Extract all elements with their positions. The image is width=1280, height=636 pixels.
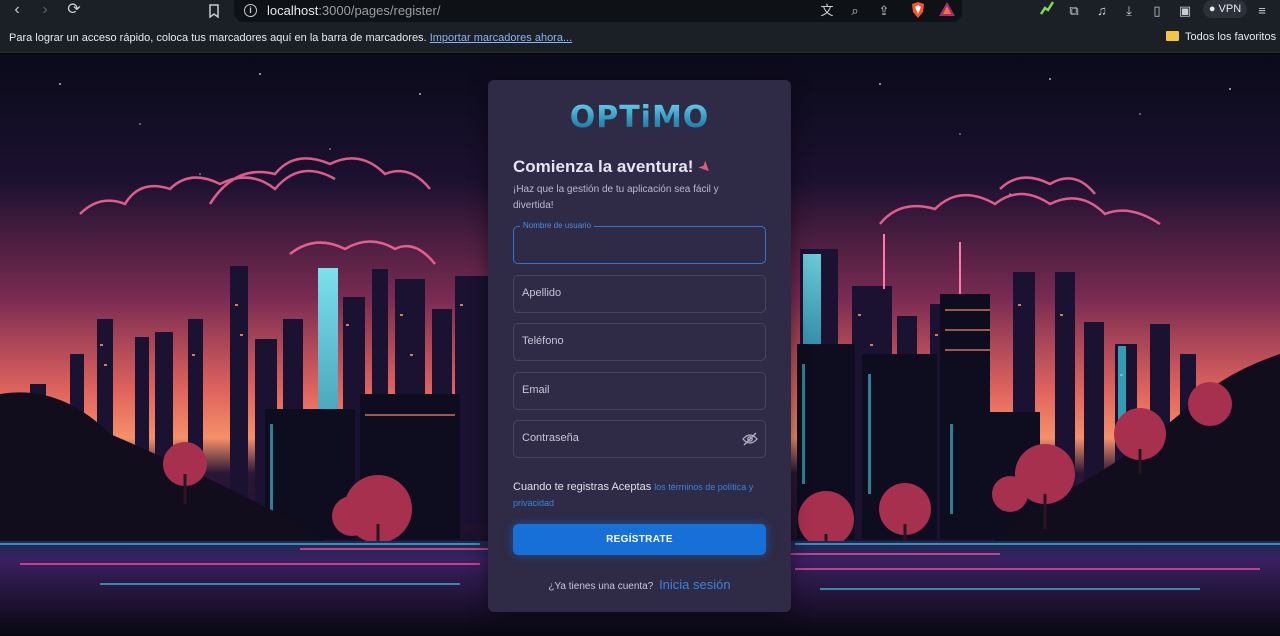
- browser-toolbar: ‹ › ⟳ i localhost:3000/pages/register/ 文…: [0, 0, 1280, 24]
- login-question: ¿Ya tienes una cuenta?: [548, 581, 654, 592]
- apellido-label: Apellido: [522, 287, 562, 299]
- bookmarks-bar: Para lograr un acceso rápido, coloca tus…: [0, 24, 1280, 53]
- all-bookmarks-label: Todos los favoritos: [1185, 31, 1277, 43]
- bookmarks-message: Para lograr un acceso rápido, coloca tus…: [9, 32, 572, 44]
- register-card: OPTiMO Comienza la aventura!➤ ¡Haz que l…: [488, 80, 791, 612]
- eye-off-icon[interactable]: [742, 432, 758, 446]
- vpn-button[interactable]: ● VPN: [1203, 0, 1247, 18]
- logo-text: OPTiMO: [569, 100, 710, 135]
- login-prompt: ¿Ya tienes una cuenta? Inicia sesión: [488, 577, 791, 592]
- page-subtitle: ¡Haz que la gestión de tu aplicación sea…: [513, 184, 719, 211]
- bookmark-icon[interactable]: [203, 0, 225, 22]
- url-text: localhost:3000/pages/register/: [267, 3, 440, 18]
- title-text: Comienza la aventura!: [513, 157, 694, 176]
- password-label: Contraseña: [522, 432, 579, 444]
- email-field[interactable]: Email: [513, 372, 766, 410]
- extensions-puzzle-icon[interactable]: ⧉: [1064, 1, 1084, 21]
- optimo-logo: OPTiMO: [488, 100, 791, 135]
- all-bookmarks-button[interactable]: Todos los favoritos: [1166, 31, 1276, 43]
- share-icon[interactable]: ⇪: [875, 2, 893, 20]
- brave-rewards-icon[interactable]: [938, 2, 956, 20]
- download-icon[interactable]: ⤓: [1119, 1, 1139, 21]
- menu-icon[interactable]: ≡: [1252, 1, 1272, 21]
- rocket-icon: ➤: [694, 156, 716, 178]
- url-host: localhost: [267, 3, 319, 18]
- username-input[interactable]: [514, 227, 765, 263]
- sidebar-icon[interactable]: ▯: [1147, 1, 1167, 21]
- vpn-label: VPN: [1218, 3, 1242, 15]
- reload-icon[interactable]: ⟳: [63, 0, 85, 22]
- back-icon[interactable]: ‹: [6, 0, 28, 22]
- import-bookmarks-link[interactable]: Importar marcadores ahora...: [430, 32, 572, 44]
- extension-icon[interactable]: [1037, 1, 1057, 21]
- forward-icon[interactable]: ›: [34, 0, 56, 22]
- email-label: Email: [522, 384, 550, 396]
- address-bar[interactable]: i localhost:3000/pages/register/ 文 ⌕ ⇪: [234, 0, 962, 22]
- login-link[interactable]: Inicia sesión: [659, 577, 731, 592]
- telefono-label: Teléfono: [522, 335, 564, 347]
- media-icon[interactable]: ♫: [1092, 1, 1112, 21]
- zoom-icon[interactable]: ⌕: [846, 2, 864, 20]
- brave-shield-icon[interactable]: [909, 2, 927, 20]
- wallet-icon[interactable]: ▣: [1175, 1, 1195, 21]
- username-field[interactable]: Nombre de usuario: [513, 221, 766, 264]
- translate-icon[interactable]: 文: [818, 2, 836, 20]
- bookmarks-hint: Para lograr un acceso rápido, coloca tus…: [9, 32, 427, 44]
- terms-prefix: Cuando te registras Aceptas: [513, 481, 652, 493]
- apellido-field[interactable]: Apellido: [513, 275, 766, 313]
- password-field[interactable]: Contraseña: [513, 420, 766, 458]
- folder-icon: [1166, 31, 1179, 41]
- telefono-field[interactable]: Teléfono: [513, 323, 766, 361]
- site-info-icon[interactable]: i: [244, 4, 257, 17]
- terms-text: Cuando te registras Aceptas los términos…: [513, 479, 763, 511]
- url-path: :3000/pages/register/: [318, 3, 441, 18]
- page-title: Comienza la aventura!➤: [513, 157, 716, 178]
- register-button[interactable]: REGÍSTRATE: [513, 524, 766, 555]
